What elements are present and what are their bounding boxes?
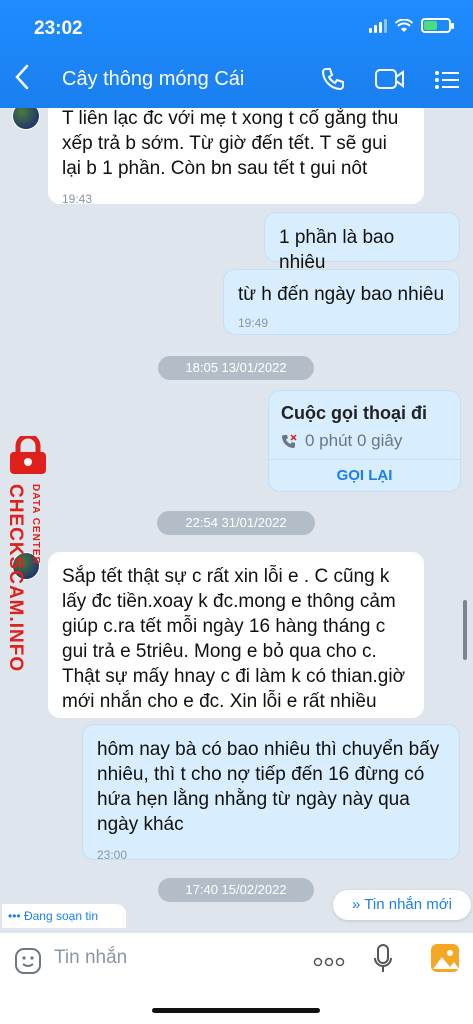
battery-icon — [421, 18, 454, 33]
message-outgoing[interactable]: 1 phần là bao nhiêu — [264, 212, 460, 273]
typing-text: Đang soạn tin — [23, 909, 99, 923]
message-incoming[interactable]: Sắp tết thật sự c rất xin lỗi e . C cũng… — [48, 552, 424, 718]
call-duration: 0 phút 0 giây — [305, 431, 403, 450]
lock-icon — [10, 436, 46, 474]
watermark: CHECKSCAM.INFO DATA CENTER — [2, 436, 60, 672]
message-time: 19:49 — [238, 316, 269, 330]
chat-title[interactable]: Cây thông móng Cái — [62, 68, 244, 91]
typing-indicator: ••• Đang soạn tin — [2, 904, 126, 928]
message-text: 1 phần là bao nhiêu — [279, 227, 395, 273]
scrollbar[interactable] — [463, 600, 467, 660]
chat-area[interactable]: T liên lạc đc với mẹ t xong t cố gắng th… — [0, 108, 473, 920]
status-icons — [369, 18, 454, 33]
divider — [269, 459, 460, 460]
message-text: T liên lạc đc với mẹ t xong t cố gắng th… — [62, 108, 399, 179]
message-input[interactable]: Tin nhắn — [54, 947, 127, 969]
missed-call-icon — [282, 434, 297, 448]
call-card[interactable]: Cuộc gọi thoại đi 0 phút 0 giây GỌI LẠI — [268, 390, 461, 492]
chevrons-down-icon: » — [352, 896, 361, 913]
date-separator: 18:05 13/01/2022 — [158, 356, 314, 380]
message-text: Sắp tết thật sự c rất xin lỗi e . C cũng… — [62, 566, 406, 712]
message-text: hôm nay bà có bao nhiêu thì chuyển bấy n… — [97, 739, 440, 835]
phone-call-icon[interactable] — [320, 66, 346, 92]
call-duration-row: 0 phút 0 giây — [281, 431, 402, 451]
emoji-icon[interactable] — [14, 947, 42, 975]
more-icon[interactable] — [313, 957, 345, 967]
new-message-label: Tin nhắn mới — [364, 896, 452, 913]
message-incoming[interactable]: T liên lạc đc với mẹ t xong t cố gắng th… — [48, 108, 424, 206]
message-time: 23:00 — [97, 848, 128, 862]
message-text: từ h đến ngày bao nhiêu — [238, 284, 445, 305]
image-icon[interactable] — [430, 943, 460, 973]
status-time: 23:02 — [34, 18, 83, 39]
avatar[interactable] — [12, 108, 40, 130]
back-icon[interactable] — [14, 64, 30, 95]
message-time: 19:43 — [62, 192, 93, 206]
menu-icon[interactable] — [434, 70, 460, 90]
call-title: Cuộc gọi thoại đi — [281, 403, 427, 423]
signal-icon — [369, 18, 387, 33]
chat-header: 23:02 Cây thông móng Cái — [0, 0, 473, 108]
message-outgoing[interactable]: hôm nay bà có bao nhiêu thì chuyển bấy n… — [82, 724, 460, 862]
date-separator: 22:54 31/01/2022 — [157, 511, 315, 535]
call-back-button[interactable]: GỌI LẠI — [269, 467, 460, 484]
wifi-icon — [395, 18, 413, 32]
date-separator: 17:40 15/02/2022 — [158, 878, 314, 902]
message-outgoing[interactable]: từ h đến ngày bao nhiêu 19:49 — [223, 269, 460, 335]
watermark-text: CHECKSCAM.INFO — [5, 484, 26, 673]
home-indicator — [152, 1008, 320, 1013]
watermark-subtext: DATA CENTER — [30, 484, 41, 565]
new-message-button[interactable]: » Tin nhắn mới — [333, 890, 471, 920]
microphone-icon[interactable] — [373, 943, 393, 975]
video-call-icon[interactable] — [375, 68, 405, 90]
